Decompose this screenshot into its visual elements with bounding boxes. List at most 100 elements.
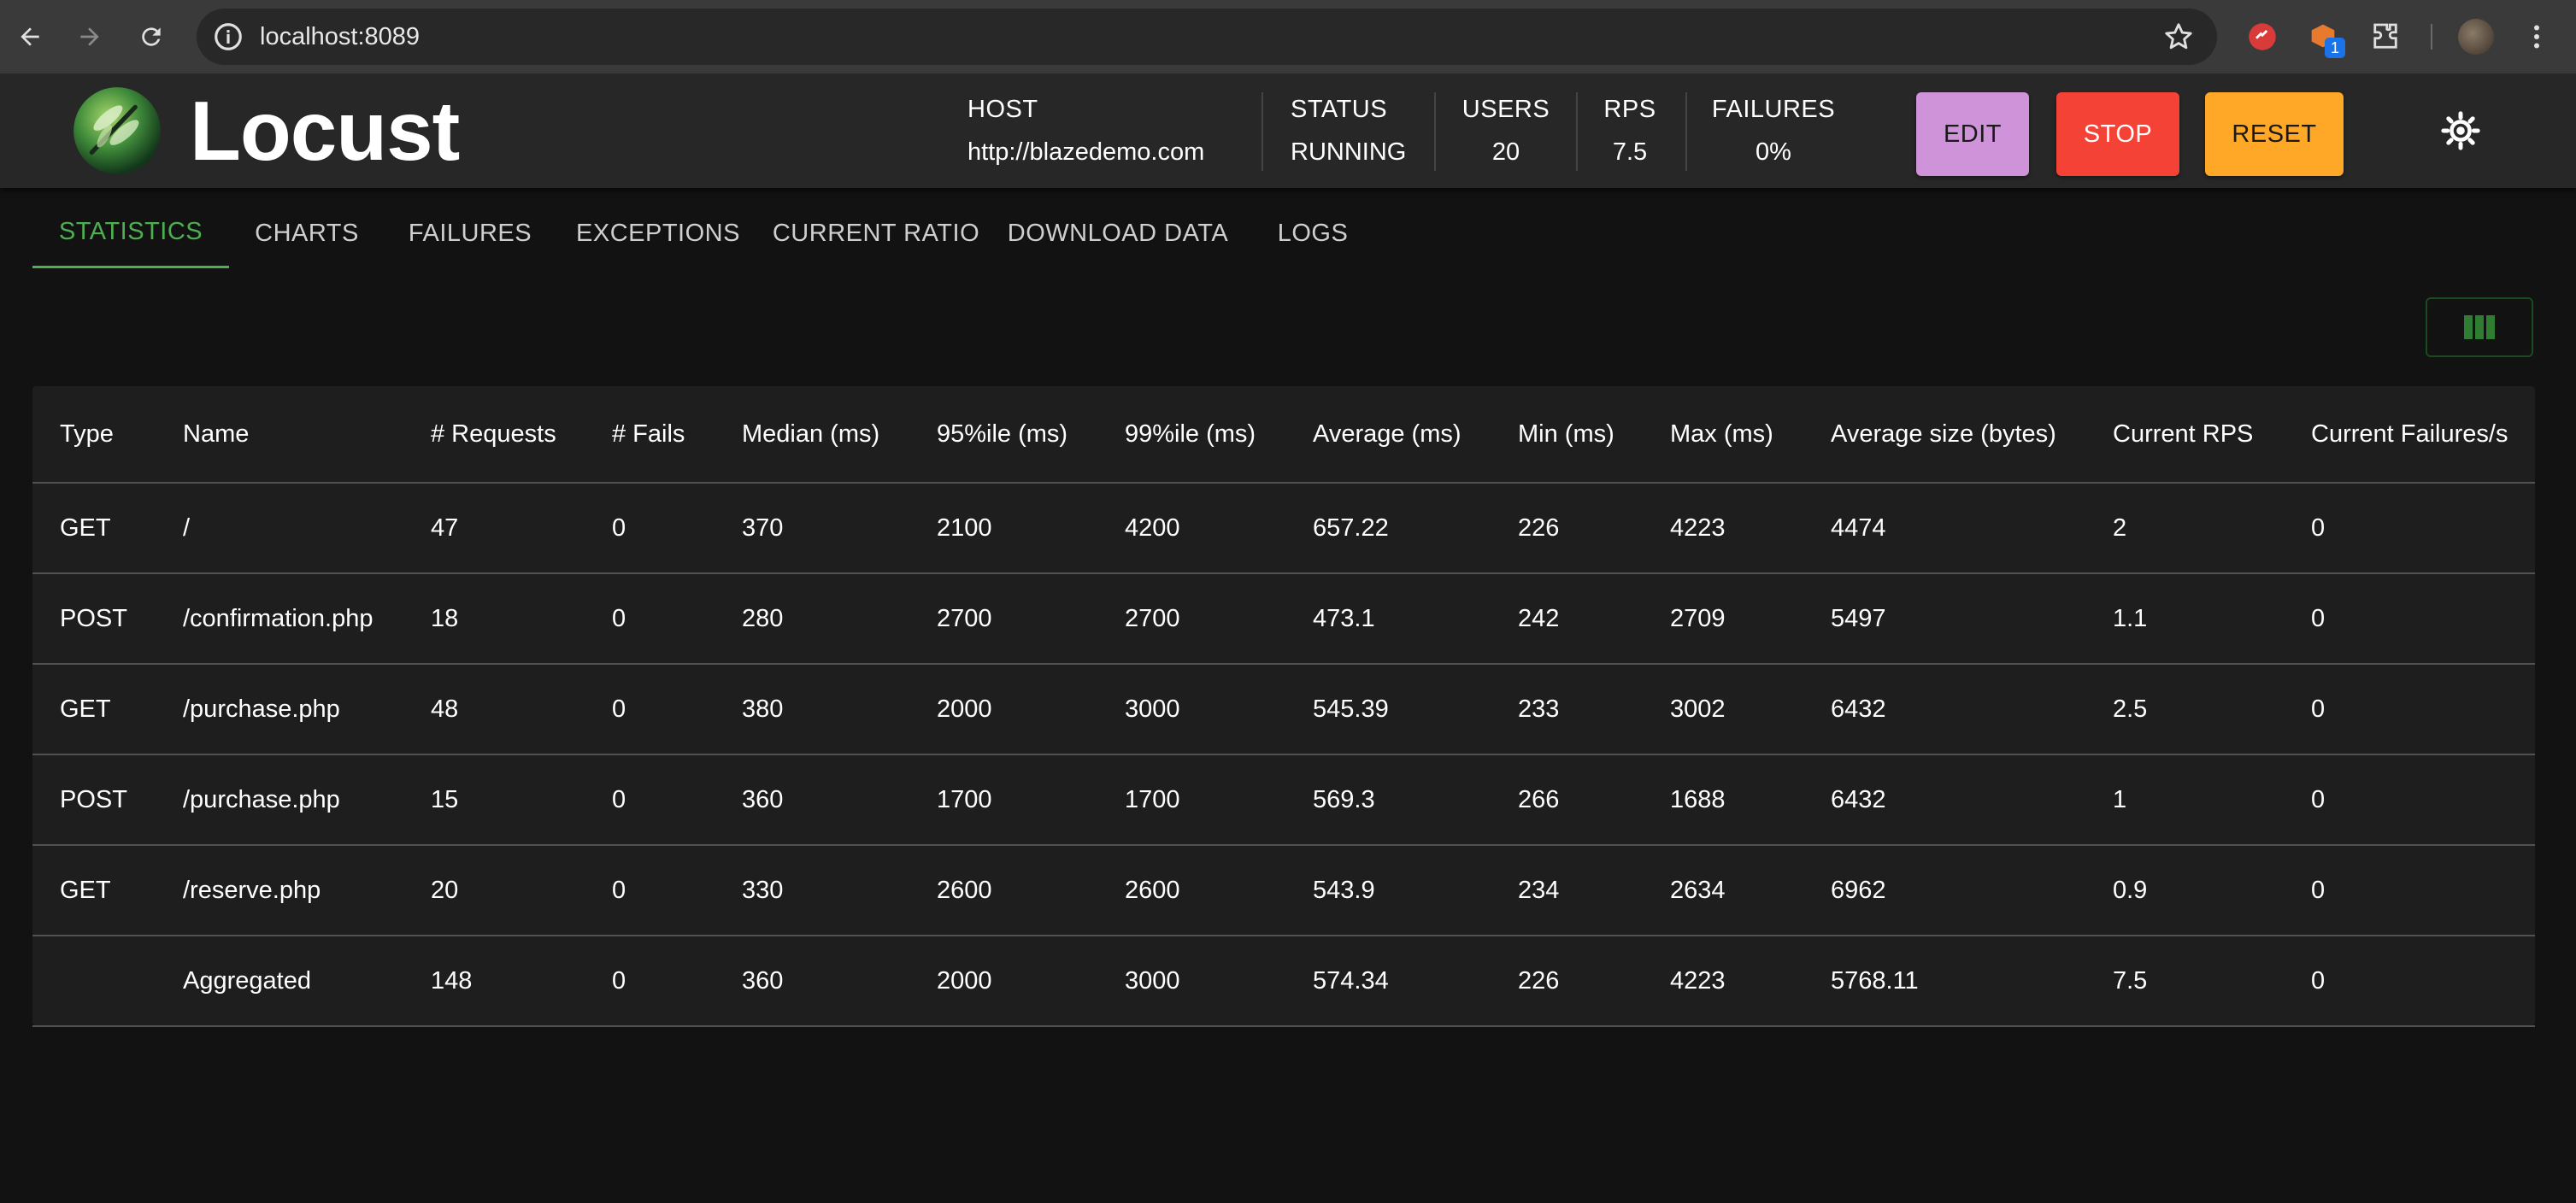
tab-current-ratio[interactable]: CURRENT RATIO — [761, 198, 991, 268]
extension-icon[interactable] — [2244, 19, 2280, 55]
column-header[interactable]: Name — [156, 386, 403, 484]
reset-button[interactable]: RESET — [2205, 92, 2344, 176]
table-cell: 2600 — [1097, 845, 1285, 936]
table-cell: 543.9 — [1285, 845, 1491, 936]
table-cell: 360 — [715, 936, 909, 1027]
table-cell: 2709 — [1643, 573, 1803, 665]
table-cell: 20 — [403, 845, 585, 936]
table-cell: /confirmation.php — [156, 573, 403, 665]
table-cell: 1 — [2085, 754, 2284, 846]
table-cell: 0 — [2284, 845, 2535, 936]
tab-download-data[interactable]: DOWNLOAD DATA — [991, 198, 1244, 268]
column-header[interactable]: Average (ms) — [1285, 386, 1491, 484]
table-cell: 226 — [1491, 936, 1643, 1027]
table-cell: 18 — [403, 573, 585, 665]
column-selector-button[interactable] — [2426, 297, 2533, 357]
table-cell: 5768.11 — [1803, 936, 2085, 1027]
host-label: HOST — [967, 96, 1038, 123]
column-header[interactable]: Median (ms) — [715, 386, 909, 484]
table-cell: 545.39 — [1285, 664, 1491, 755]
edit-button[interactable]: EDIT — [1916, 92, 2029, 176]
site-info-icon[interactable] — [212, 21, 244, 53]
reload-icon[interactable] — [133, 19, 169, 55]
theme-toggle-icon[interactable] — [2441, 111, 2480, 150]
table-row: POST/confirmation.php 18 0 280 2700 2700 473.1… — [32, 573, 2535, 665]
rps-label: RPS — [1603, 96, 1656, 123]
table-cell: 0 — [585, 483, 715, 574]
bookmark-star-icon[interactable] — [2162, 21, 2195, 53]
tab-charts[interactable]: CHARTS — [229, 198, 385, 268]
column-header[interactable]: Current Failures/s — [2284, 386, 2535, 484]
extensions-puzzle-icon[interactable] — [2367, 19, 2403, 55]
table-cell: 3002 — [1643, 664, 1803, 755]
table-cell: 233 — [1491, 664, 1643, 755]
table-cell: 242 — [1491, 573, 1643, 665]
back-icon[interactable] — [12, 19, 48, 55]
table-cell: 2700 — [1097, 573, 1285, 665]
failures-label: FAILURES — [1711, 96, 1836, 123]
tab-statistics[interactable]: STATISTICS — [32, 198, 229, 268]
table-cell: 226 — [1491, 483, 1643, 574]
column-header[interactable]: # Fails — [585, 386, 715, 484]
table-cell: 148 — [403, 936, 585, 1027]
status-stat: STATUS RUNNING — [1291, 94, 1406, 167]
table-cell: 2.5 — [2085, 664, 2284, 755]
browser-toolbar: localhost:8089 1 — [0, 0, 2576, 73]
column-header[interactable]: # Requests — [403, 386, 585, 484]
column-header[interactable]: Type — [32, 386, 156, 484]
table-cell — [32, 936, 156, 1027]
failures-value: 0% — [1756, 138, 1791, 166]
tab-logs[interactable]: LOGS — [1244, 198, 1381, 268]
table-cell: 1.1 — [2085, 573, 2284, 665]
table-cell: 330 — [715, 845, 909, 936]
table-row: POST/purchase.php 15 0 360 1700 1700 569.3 266 1… — [32, 754, 2535, 846]
stat-divider — [1434, 92, 1436, 171]
column-header[interactable]: Current RPS — [2085, 386, 2284, 484]
profile-avatar[interactable] — [2458, 19, 2494, 55]
url-text[interactable]: localhost:8089 — [260, 22, 420, 51]
column-header[interactable]: 95%ile (ms) — [909, 386, 1097, 484]
table-cell: 0 — [2284, 483, 2535, 574]
table-cell: 360 — [715, 754, 909, 846]
table-cell: 0 — [585, 845, 715, 936]
table-cell: 2000 — [909, 936, 1097, 1027]
table-cell: /purchase.php — [156, 664, 403, 755]
table-cell: 380 — [715, 664, 909, 755]
table-cell: 3000 — [1097, 664, 1285, 755]
table-cell: 4223 — [1643, 483, 1803, 574]
table-cell: 6962 — [1803, 845, 2085, 936]
column-header[interactable]: 99%ile (ms) — [1097, 386, 1285, 484]
table-cell: 15 — [403, 754, 585, 846]
table-cell: 6432 — [1803, 754, 2085, 846]
toolbar-divider — [2431, 24, 2432, 50]
column-header[interactable]: Average size (bytes) — [1803, 386, 2085, 484]
tab-failures[interactable]: FAILURES — [385, 198, 556, 268]
column-header[interactable]: Max (ms) — [1643, 386, 1803, 484]
users-label: USERS — [1461, 96, 1550, 123]
extension-badge-icon[interactable]: 1 — [2306, 19, 2347, 60]
status-label: STATUS — [1291, 96, 1388, 123]
more-menu-icon[interactable] — [2521, 19, 2552, 55]
table-cell: 266 — [1491, 754, 1643, 846]
table-cell: 3000 — [1097, 936, 1285, 1027]
tab-exceptions[interactable]: EXCEPTIONS — [556, 198, 761, 268]
table-cell: 0 — [2284, 754, 2535, 846]
table-cell: POST — [32, 573, 156, 665]
table-cell: 0 — [585, 754, 715, 846]
rps-stat: RPS 7.5 — [1602, 94, 1658, 167]
table-cell: / — [156, 483, 403, 574]
column-header[interactable]: Min (ms) — [1491, 386, 1643, 484]
table-cell: 1700 — [909, 754, 1097, 846]
brand-title: Locust — [190, 84, 460, 178]
table-row: GET/reserve.php 20 0 330 2600 2600 543.9 234 263… — [32, 845, 2535, 936]
stop-button[interactable]: STOP — [2056, 92, 2179, 176]
status-value: RUNNING — [1291, 138, 1407, 166]
table-cell: 0.9 — [2085, 845, 2284, 936]
table-cell: 4223 — [1643, 936, 1803, 1027]
address-bar[interactable]: localhost:8089 — [197, 9, 2217, 65]
table-cell: 0 — [2284, 936, 2535, 1027]
table-cell: GET — [32, 483, 156, 574]
forward-icon[interactable] — [72, 19, 108, 55]
table-body: GET/47 0 370 2100 4200 657.22 226 4223 4474 2 0 POS… — [32, 483, 2535, 1027]
table-cell: 2700 — [909, 573, 1097, 665]
